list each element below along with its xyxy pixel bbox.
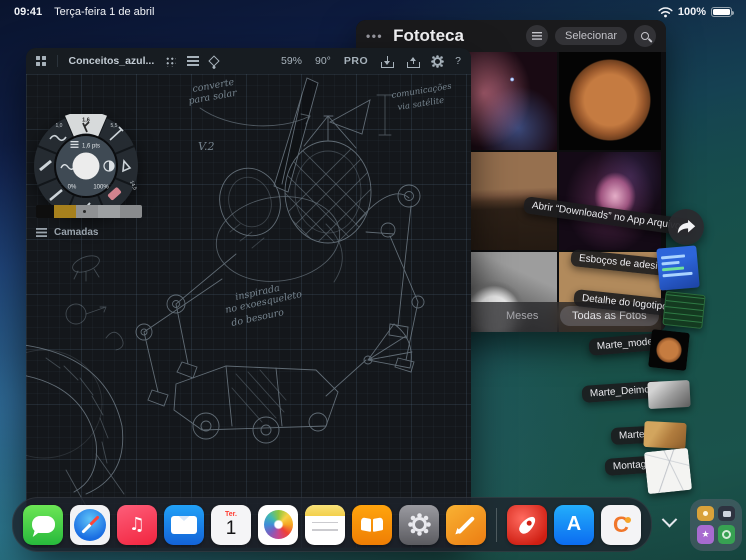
rotation-value[interactable]: 90°	[315, 55, 331, 67]
dock: ♫ Ter. 1 A C	[12, 497, 652, 552]
swatch-gold[interactable]	[54, 205, 76, 218]
app-photos-icon[interactable]	[258, 504, 298, 545]
select-button[interactable]: Selecionar	[555, 27, 627, 45]
app-orange-c-icon[interactable]: C	[601, 504, 641, 545]
more-icon[interactable]: •••	[366, 29, 383, 43]
app-concepts-icon[interactable]	[446, 504, 486, 545]
menu-lines-icon[interactable]	[187, 56, 200, 66]
tool-wheel[interactable]: 1,6 1,0 5,5 14,5 6,0	[34, 114, 138, 218]
opacity-min-label: 0%	[68, 185, 77, 191]
divider	[56, 55, 58, 67]
green-sticker-thumb[interactable]	[662, 291, 706, 329]
app-safari-icon[interactable]	[70, 504, 110, 545]
swatch-black[interactable]	[36, 205, 54, 218]
blue-sticker-thumb[interactable]	[656, 245, 700, 291]
app-music-icon[interactable]: ♫	[117, 504, 157, 545]
drawing-toolbar: Conceitos_azul... 59% 90° PRO ?	[26, 48, 471, 74]
annotation-beetle-1: inspirada	[234, 283, 281, 303]
drawing-canvas[interactable]: converte para solar comunicações via sat…	[26, 74, 471, 548]
ring-size-label: 5,5	[111, 123, 118, 129]
vector-node-icon[interactable]	[208, 55, 220, 67]
swatch-mid-gray[interactable]	[120, 205, 142, 218]
date: Terça-feira 1 de abril	[54, 6, 155, 18]
app-library-mini-star: ★	[697, 525, 714, 544]
drag-file-thumb-montagem[interactable]	[643, 447, 693, 495]
annotation-satellite-1: comunicações	[391, 81, 453, 101]
photo-orion-nebula[interactable]	[559, 152, 661, 250]
status-bar: 09:41 Terça-feira 1 de abril 100%	[0, 0, 746, 24]
annotation-beetle-3: do besouro	[230, 307, 285, 329]
swatch-gray-selected[interactable]	[76, 205, 98, 218]
drag-file-thumb-marte[interactable]	[643, 420, 687, 450]
app-notes-icon[interactable]	[305, 504, 345, 545]
tab-months[interactable]: Meses	[506, 310, 538, 322]
ring-size-label: 1,0	[56, 123, 63, 129]
app-settings-icon[interactable]	[399, 504, 439, 545]
ipad-screen: 09:41 Terça-feira 1 de abril 100% ••• Fo…	[0, 0, 746, 560]
stroke-width-label: 1,6 pts	[82, 144, 100, 150]
app-mail-icon[interactable]	[164, 504, 204, 545]
help-button[interactable]: ?	[455, 55, 461, 67]
app-store-icon[interactable]: A	[554, 504, 594, 545]
drawing-app-window: Conceitos_azul... 59% 90° PRO ? converte…	[26, 48, 471, 548]
annotation-solar-2: para solar	[188, 87, 239, 107]
opacity-max-label: 100%	[93, 185, 109, 191]
app-library-icon[interactable]: ★	[690, 499, 742, 551]
photo-mars-planet[interactable]	[559, 52, 661, 150]
annotation-version: V.2	[198, 140, 215, 153]
layers-icon	[36, 228, 47, 237]
swatch-light-gray[interactable]	[98, 205, 120, 218]
wifi-icon	[658, 6, 673, 17]
drag-file-thumb-marte-deimos[interactable]	[647, 379, 691, 410]
filter-lines-icon[interactable]	[526, 25, 549, 47]
zoom-level[interactable]: 59%	[281, 55, 302, 67]
annotation-solar-1: converte	[192, 77, 236, 95]
export-tray-icon[interactable]	[407, 55, 421, 68]
search-icon[interactable]	[634, 25, 656, 47]
layers-button[interactable]: Camadas	[36, 227, 98, 238]
app-messages-icon[interactable]	[23, 504, 63, 545]
color-preview[interactable]	[72, 152, 100, 180]
app-rocket-icon[interactable]	[507, 504, 547, 545]
battery-icon	[711, 7, 734, 17]
annotation-satellite-2: via satélite	[397, 95, 445, 113]
import-tray-icon[interactable]	[381, 55, 395, 68]
dots-grid-icon[interactable]	[165, 55, 177, 67]
grid-squares-icon[interactable]	[36, 56, 46, 66]
photos-title: Fototeca	[393, 26, 464, 45]
gear-icon[interactable]	[433, 56, 443, 66]
calendar-day: 1	[225, 518, 237, 540]
color-palette[interactable]	[36, 205, 142, 218]
drag-file-thumb-marte-modelo[interactable]	[648, 329, 690, 371]
battery-percent: 100%	[677, 6, 706, 18]
layers-label: Camadas	[54, 227, 99, 238]
clock: 09:41	[14, 6, 43, 18]
app-calendar-icon[interactable]: Ter. 1	[211, 504, 251, 545]
share-forward-icon[interactable]	[668, 209, 704, 245]
dock-divider	[496, 507, 497, 542]
chevron-down-icon[interactable]	[652, 505, 686, 539]
app-books-icon[interactable]	[352, 504, 392, 545]
app-library-mini-green	[718, 525, 735, 544]
document-title[interactable]: Conceitos_azul...	[69, 55, 155, 67]
app-library-mini-camera	[718, 506, 735, 521]
pro-badge[interactable]: PRO	[344, 55, 368, 67]
app-library-mini-yellow	[697, 506, 714, 521]
selected-size-label: 1,6	[82, 118, 90, 124]
annotation-beetle-2: no exoesqueleto	[224, 289, 303, 316]
